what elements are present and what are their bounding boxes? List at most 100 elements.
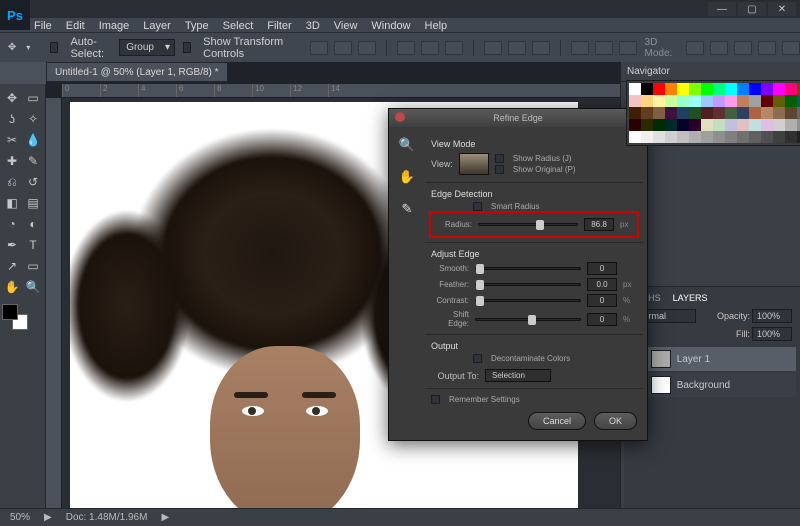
swatch-cell[interactable] [641, 119, 653, 131]
shift-edge-value[interactable]: 0 [587, 313, 617, 326]
tool-preset-dropdown[interactable]: ▾ [26, 43, 30, 52]
opacity-input[interactable]: 100% [752, 309, 792, 323]
swatch-cell[interactable] [713, 107, 725, 119]
layer-thumbnail[interactable] [651, 350, 671, 368]
swatch-cell[interactable] [641, 107, 653, 119]
play-icon[interactable]: ▶ [161, 512, 169, 523]
swatch-cell[interactable] [701, 83, 713, 95]
smooth-slider[interactable] [475, 267, 581, 270]
window-minimize-button[interactable]: — [708, 2, 736, 16]
swatch-cell[interactable] [725, 95, 737, 107]
shift-edge-slider[interactable] [475, 318, 581, 321]
feather-value[interactable]: 0.0 [587, 278, 617, 291]
swatch-cell[interactable] [689, 131, 701, 143]
navigator-panel-tab[interactable]: Navigator [621, 62, 800, 82]
swatch-cell[interactable] [653, 83, 665, 95]
eyedropper-tool[interactable]: 💧 [23, 130, 43, 150]
swatch-cell[interactable] [737, 119, 749, 131]
output-to-dropdown[interactable]: Selection [485, 369, 551, 382]
swatch-cell[interactable] [701, 95, 713, 107]
distribute-icon[interactable] [619, 41, 637, 55]
zoom-tool[interactable]: 🔍 [23, 277, 43, 297]
ok-button[interactable]: OK [594, 412, 637, 430]
distribute-icon[interactable] [508, 41, 526, 55]
3d-icon[interactable] [710, 41, 728, 55]
contrast-slider[interactable] [475, 299, 581, 302]
swatch-cell[interactable] [773, 119, 785, 131]
swatch-cell[interactable] [785, 95, 797, 107]
swatch-cell[interactable] [737, 107, 749, 119]
dialog-zoom-tool[interactable]: 🔍 [397, 135, 417, 155]
blur-tool[interactable]: ◔ [2, 214, 22, 234]
wand-tool[interactable]: ✧ [23, 109, 43, 129]
type-tool[interactable]: T [23, 235, 43, 255]
swatch-cell[interactable] [737, 83, 749, 95]
swatch-cell[interactable] [641, 95, 653, 107]
radius-slider[interactable] [478, 223, 578, 226]
swatch-cell[interactable] [725, 131, 737, 143]
document-tab[interactable]: Untitled-1 @ 50% (Layer 1, RGB/8) * [46, 62, 228, 82]
swatch-cell[interactable] [677, 83, 689, 95]
swatch-cell[interactable] [653, 95, 665, 107]
swatch-cell[interactable] [701, 119, 713, 131]
swatch-cell[interactable] [725, 119, 737, 131]
menu-view[interactable]: View [334, 20, 358, 32]
cancel-button[interactable]: Cancel [528, 412, 586, 430]
dialog-close-button[interactable] [395, 112, 405, 122]
swatch-cell[interactable] [689, 107, 701, 119]
swatch-cell[interactable] [761, 83, 773, 95]
swatch-cell[interactable] [713, 131, 725, 143]
align-icon[interactable] [334, 41, 352, 55]
swatch-cell[interactable] [737, 131, 749, 143]
swatch-cell[interactable] [629, 95, 641, 107]
swatch-cell[interactable] [749, 131, 761, 143]
swatch-cell[interactable] [677, 107, 689, 119]
layer-row[interactable]: 👁 Layer 1 [628, 347, 796, 371]
menu-type[interactable]: Type [185, 20, 209, 32]
swatch-cell[interactable] [713, 119, 725, 131]
menu-filter[interactable]: Filter [267, 20, 291, 32]
swatch-cell[interactable] [749, 119, 761, 131]
stamp-tool[interactable]: ⎌ [2, 172, 22, 192]
dodge-tool[interactable]: ◐ [23, 214, 43, 234]
swatch-cell[interactable] [665, 83, 677, 95]
history-brush-tool[interactable]: ↺ [23, 172, 43, 192]
brush-tool[interactable]: ✎ [23, 151, 43, 171]
dialog-refine-brush-tool[interactable]: ✎ [397, 199, 417, 219]
remember-checkbox[interactable] [431, 395, 440, 404]
crop-tool[interactable]: ✂ [2, 130, 22, 150]
swatch-cell[interactable] [785, 107, 797, 119]
swatch-cell[interactable] [761, 107, 773, 119]
3d-icon[interactable] [686, 41, 704, 55]
swatch-cell[interactable] [653, 131, 665, 143]
auto-select-checkbox[interactable] [50, 42, 58, 53]
move-tool[interactable]: ✥ [2, 88, 22, 108]
menu-select[interactable]: Select [223, 20, 254, 32]
swatch-cell[interactable] [773, 95, 785, 107]
marquee-tool[interactable]: ▭ [23, 88, 43, 108]
lasso-tool[interactable]: ʖ [2, 109, 22, 129]
swatch-cell[interactable] [785, 119, 797, 131]
zoom-level[interactable]: 50% [10, 512, 30, 523]
swatch-cell[interactable] [713, 83, 725, 95]
swatch-cell[interactable] [665, 95, 677, 107]
menu-layer[interactable]: Layer [143, 20, 171, 32]
shape-tool[interactable]: ▭ [23, 256, 43, 276]
swatch-cell[interactable] [677, 119, 689, 131]
swatch-cell[interactable] [701, 131, 713, 143]
menu-window[interactable]: Window [371, 20, 410, 32]
window-close-button[interactable]: ✕ [768, 2, 796, 16]
color-swatches[interactable] [2, 304, 28, 330]
auto-select-target-dropdown[interactable]: Group [119, 39, 175, 56]
3d-icon[interactable] [782, 41, 800, 55]
menu-edit[interactable]: Edit [66, 20, 85, 32]
menu-3d[interactable]: 3D [306, 20, 320, 32]
fill-input[interactable]: 100% [752, 327, 792, 341]
foreground-swatch[interactable] [2, 304, 18, 320]
swatch-cell[interactable] [665, 107, 677, 119]
feather-slider[interactable] [475, 283, 581, 286]
swatch-cell[interactable] [761, 95, 773, 107]
swatch-cell[interactable] [629, 131, 641, 143]
swatch-cell[interactable] [725, 83, 737, 95]
pen-tool[interactable]: ✒ [2, 235, 22, 255]
